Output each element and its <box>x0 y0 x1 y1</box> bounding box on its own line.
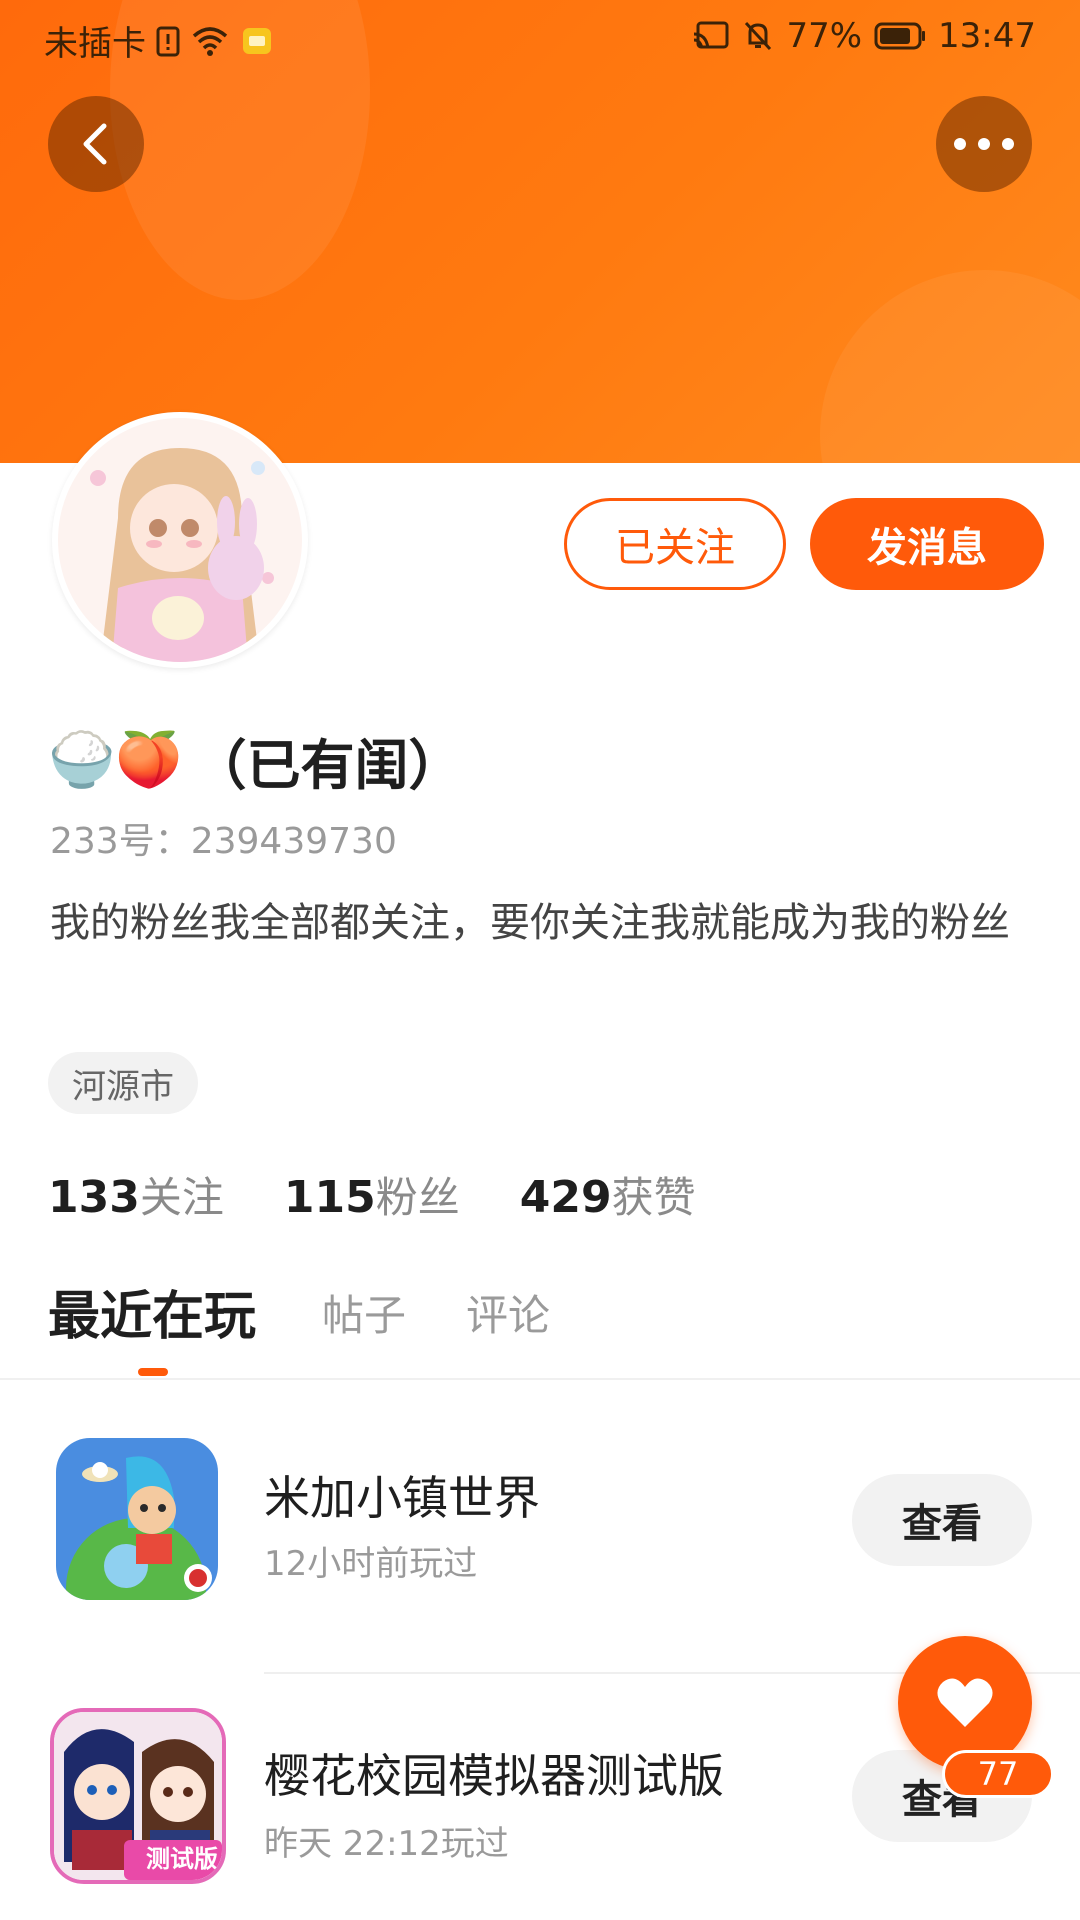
stat-label: 获赞 <box>611 1173 696 1222</box>
like-count-badge: 77 <box>942 1750 1054 1798</box>
active-tab-indicator <box>138 1368 168 1376</box>
carrier-label: 未插卡 <box>44 24 146 64</box>
header-decoration <box>820 270 1080 463</box>
game-icon: 测试版 <box>50 1708 226 1884</box>
stat-label: 关注 <box>139 1173 224 1222</box>
user-id: 233号：239439730 <box>50 821 397 862</box>
heart-icon <box>937 1678 993 1727</box>
profile-tabs: 最近在玩 帖子 评论 <box>0 1270 1080 1380</box>
name-text: （已有闺） <box>192 733 463 797</box>
tab-recently-played[interactable]: 最近在玩 <box>48 1274 256 1349</box>
more-options-button[interactable] <box>936 96 1032 192</box>
tab-posts[interactable]: 帖子 <box>322 1282 406 1343</box>
stat-number: 429 <box>519 1172 612 1223</box>
view-game-button[interactable]: 查看 <box>852 1474 1032 1566</box>
back-button[interactable] <box>48 96 144 192</box>
stat-likes[interactable]: 429 获赞 <box>520 1164 696 1225</box>
sim-alert-icon <box>156 24 180 58</box>
tab-comments[interactable]: 评论 <box>466 1282 550 1343</box>
game-last-played: 12小时前玩过 <box>264 1544 478 1584</box>
profile-stats: 133 关注 115 粉丝 429 获赞 <box>48 1164 756 1225</box>
clock: 13:47 <box>938 16 1036 56</box>
battery-percent: 77% <box>786 16 863 56</box>
game-icon <box>56 1438 218 1600</box>
stat-number: 133 <box>48 1172 140 1223</box>
test-version-badge: 测试版 <box>146 1845 218 1873</box>
followed-button[interactable]: 已关注 <box>564 498 786 590</box>
wifi-icon <box>190 24 230 58</box>
stat-followers[interactable]: 115 粉丝 <box>284 1164 460 1225</box>
stat-following[interactable]: 133 关注 <box>48 1164 224 1225</box>
chevron-left-icon <box>83 123 107 165</box>
profile-name: 🍚🍑 （已有闺） <box>48 720 462 800</box>
cast-icon <box>692 20 730 52</box>
status-bar: 未插卡 77% 13:47 <box>0 0 1080 74</box>
list-item[interactable]: 米加小镇世界 12小时前玩过 查看 <box>0 1400 1080 1670</box>
stat-label: 粉丝 <box>375 1173 460 1222</box>
game-title: 樱花校园模拟器测试版 <box>264 1749 724 1803</box>
name-emojis: 🍚🍑 <box>48 728 183 791</box>
game-last-played: 昨天 22:12玩过 <box>264 1824 509 1864</box>
send-message-button[interactable]: 发消息 <box>810 498 1044 590</box>
stat-number: 115 <box>283 1172 376 1223</box>
location-tag: 河源市 <box>48 1052 198 1114</box>
battery-icon <box>874 21 926 51</box>
game-title: 米加小镇世界 <box>264 1471 540 1525</box>
mute-icon <box>742 19 774 53</box>
profile-bio: 我的粉丝我全部都关注，要你关注我就能成为我的粉丝 <box>50 900 1010 946</box>
notification-icon <box>240 24 274 58</box>
more-dots-icon <box>954 138 1014 150</box>
avatar[interactable] <box>52 412 308 668</box>
